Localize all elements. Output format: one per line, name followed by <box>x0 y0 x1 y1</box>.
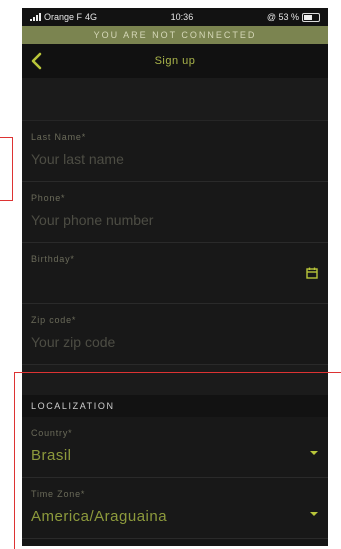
annotation-bracket-right <box>14 372 341 549</box>
phone-field[interactable]: Phone* Your phone number <box>22 182 328 243</box>
last-name-field[interactable]: Last Name* Your last name <box>22 121 328 182</box>
last-name-label: Last Name* <box>31 132 87 142</box>
top-spacer <box>22 78 328 121</box>
page-title: Sign up <box>154 55 196 67</box>
birthday-field[interactable]: Birthday* <box>22 243 328 304</box>
back-chevron-icon[interactable] <box>28 51 48 71</box>
status-time: 10:36 <box>170 12 194 22</box>
annotation-bracket-left <box>0 137 13 201</box>
last-name-placeholder: Your last name <box>31 151 124 167</box>
connection-banner: YOU ARE NOT CONNECTED <box>22 26 328 44</box>
carrier-name: Orange F <box>44 12 83 22</box>
birthday-label: Birthday* <box>31 254 75 264</box>
zip-code-placeholder: Your zip code <box>31 334 116 350</box>
battery-percent: @ 53 % <box>266 12 299 22</box>
navigation-bar: Sign up <box>22 44 328 78</box>
phone-placeholder: Your phone number <box>31 212 154 228</box>
signal-icon <box>30 13 41 21</box>
zip-code-field[interactable]: Zip code* Your zip code <box>22 304 328 365</box>
status-left: Orange F 4G <box>30 12 97 22</box>
calendar-icon[interactable] <box>306 267 318 279</box>
battery-icon <box>301 12 320 22</box>
network-type: 4G <box>85 12 98 22</box>
status-bar: Orange F 4G 10:36 @ 53 % <box>22 8 328 26</box>
status-right: @ 53 % <box>267 12 320 22</box>
phone-label: Phone* <box>31 193 66 203</box>
zip-code-label: Zip code* <box>31 315 77 325</box>
